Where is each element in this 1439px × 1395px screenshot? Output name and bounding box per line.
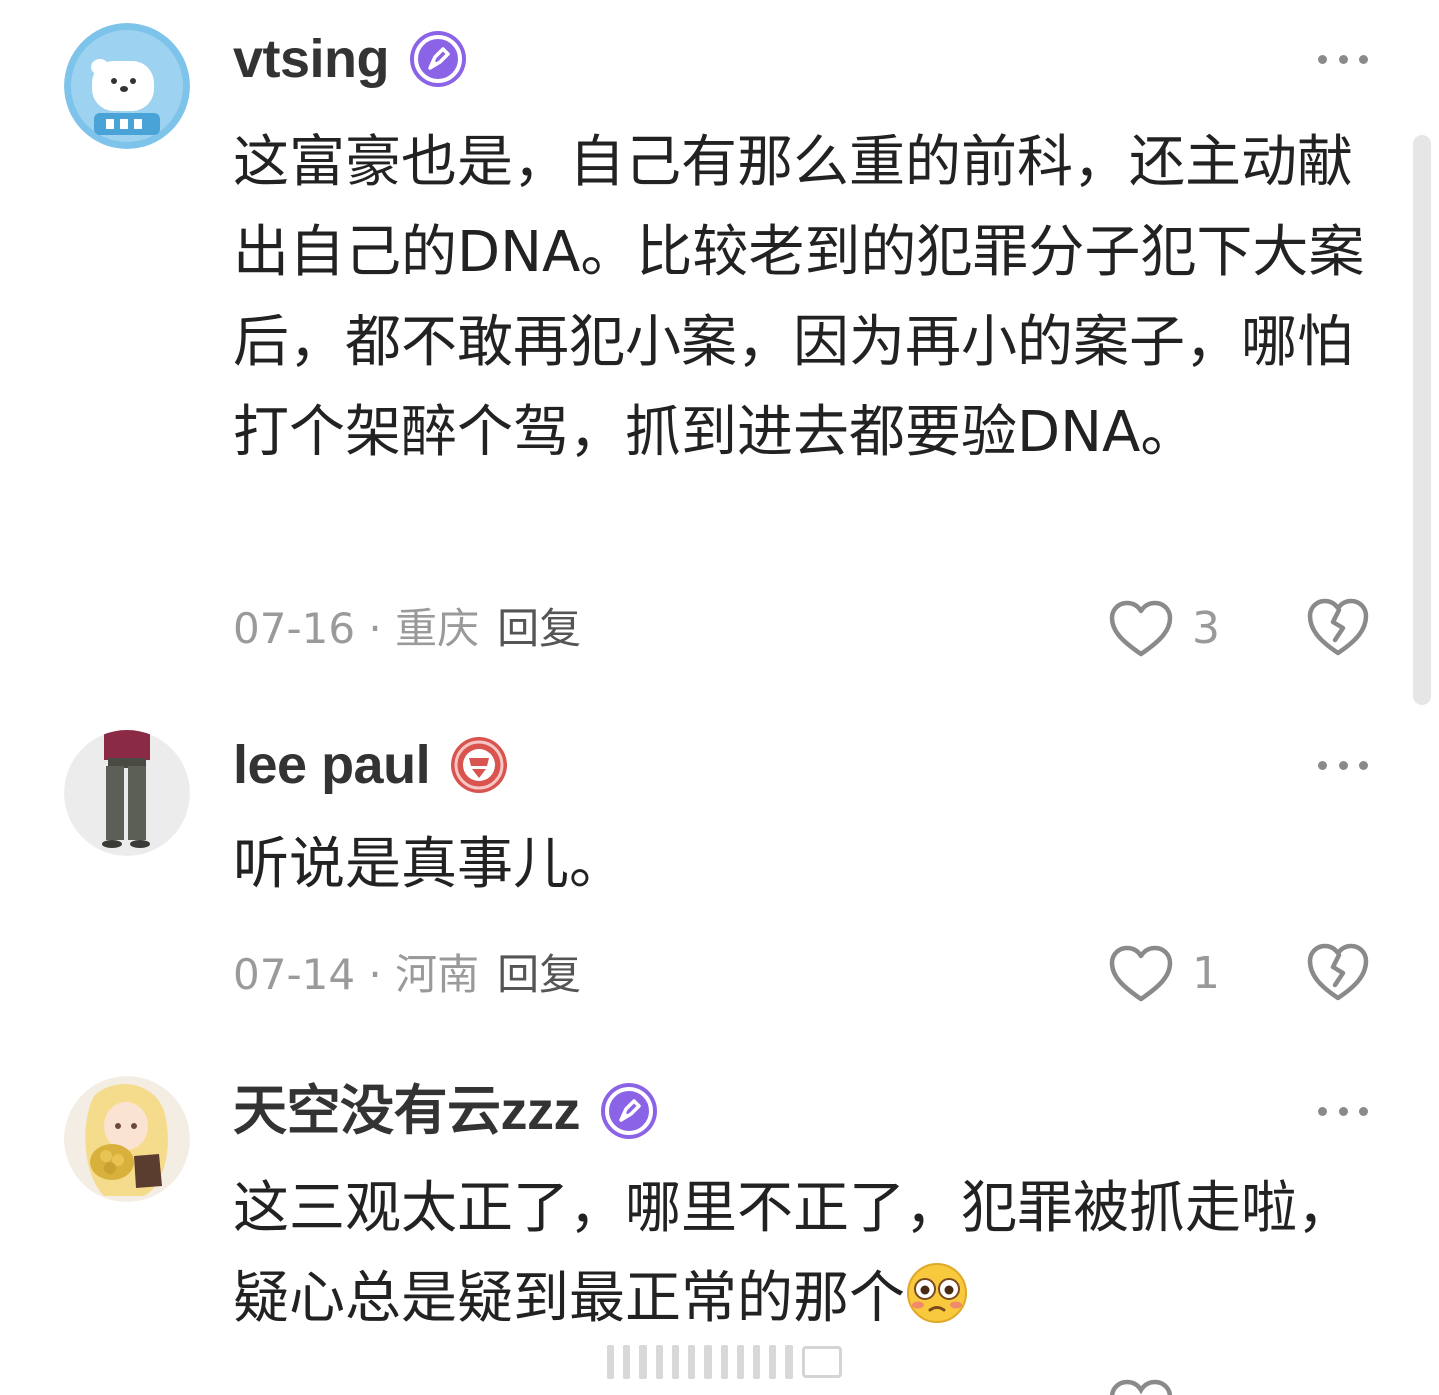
watermark-bar — [704, 1345, 712, 1379]
watermark-bar — [639, 1345, 647, 1379]
watermark-bar — [736, 1345, 744, 1379]
dot-icon — [1318, 1106, 1327, 1116]
watermark-bar — [671, 1345, 680, 1379]
watermark-bar — [785, 1345, 793, 1379]
watermark-bar — [720, 1345, 728, 1379]
comment-text-body: 这三观太正了，哪里不正了，犯罪被抓走啦，疑心总是疑到最正常的那个 — [233, 1176, 1353, 1331]
comment-text: 这三观太正了，哪里不正了，犯罪被抓走啦，疑心总是疑到最正常的那个 — [233, 1164, 1378, 1344]
watermark — [607, 1342, 842, 1382]
watermark-box — [801, 1346, 842, 1378]
quill-badge-icon — [601, 1083, 657, 1139]
avatar[interactable] — [64, 1076, 190, 1202]
flushed-face-emoji — [907, 1263, 967, 1323]
watermark-bar — [607, 1345, 615, 1379]
watermark-bar — [688, 1345, 696, 1379]
more-options-button[interactable] — [1318, 1101, 1368, 1121]
heart-icon — [1109, 1379, 1173, 1395]
watermark-bar — [623, 1345, 631, 1379]
dot-icon — [1359, 1106, 1368, 1116]
dot-icon — [1338, 1106, 1348, 1116]
comment-meta — [1108, 1378, 1378, 1395]
watermark-bar — [769, 1345, 777, 1379]
comment-item: 天空没有云zzz 这三观太正了，哪里不正了，犯罪被抓走啦，疑心总是疑到最正常的那… — [0, 0, 1439, 1395]
avatar-image — [64, 1076, 190, 1202]
scrollbar[interactable] — [1413, 135, 1431, 705]
username[interactable]: 天空没有云zzz — [233, 1084, 581, 1138]
watermark-bar — [752, 1345, 761, 1379]
watermark-bar — [655, 1345, 663, 1379]
